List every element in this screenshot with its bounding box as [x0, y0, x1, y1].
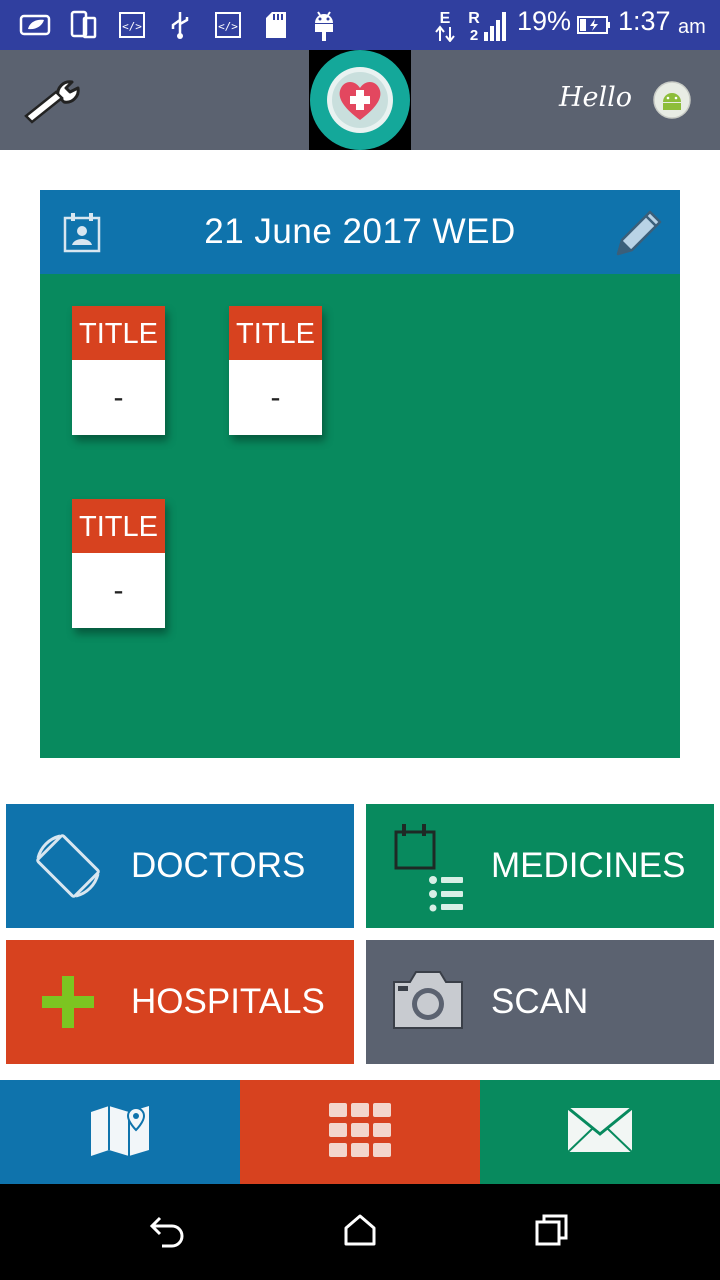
battery-percent: 19% — [517, 6, 572, 36]
green-plus-icon — [40, 974, 96, 1035]
app-bar: Hello — [0, 50, 720, 150]
wrench-icon[interactable] — [20, 76, 84, 129]
recents-icon — [534, 1212, 570, 1253]
medicines-button[interactable]: MEDICINES — [366, 804, 714, 928]
app-logo[interactable] — [309, 50, 411, 150]
leaf-battery-icon — [18, 8, 54, 42]
clock-ampm: am — [678, 16, 706, 38]
svg-text:E: E — [440, 10, 451, 27]
mail-icon — [567, 1106, 633, 1158]
note-title: TITLE — [72, 306, 165, 360]
doctors-button[interactable]: DOCTORS — [6, 804, 354, 928]
note-value: - — [113, 381, 124, 414]
mail-button[interactable] — [480, 1080, 720, 1184]
svg-text:</>: </> — [122, 20, 142, 33]
back-button[interactable] — [138, 1204, 198, 1260]
code-icon: </> — [118, 8, 146, 42]
grid-button[interactable] — [240, 1080, 480, 1184]
battery-icon — [576, 8, 612, 42]
data-arrows-icon: E — [432, 8, 458, 42]
status-bar: </> </> E R2 19% 1:37 am — [0, 0, 720, 50]
calendar-body: TITLE - TITLE - TITLE - — [40, 274, 680, 758]
greeting-text: Hello — [559, 82, 633, 113]
clock-time: 1:37 — [618, 6, 671, 36]
scan-button[interactable]: SCAN — [366, 940, 714, 1064]
scan-label: SCAN — [491, 982, 589, 1021]
android-debug-icon — [310, 8, 338, 42]
recents-button[interactable] — [522, 1204, 582, 1260]
map-icon — [89, 1102, 151, 1163]
svg-text:R: R — [468, 10, 480, 27]
back-icon — [148, 1212, 188, 1253]
note-title: TITLE — [72, 499, 165, 553]
svg-text:2: 2 — [470, 27, 478, 42]
svg-text:</>: </> — [218, 20, 238, 33]
devices-icon — [70, 8, 98, 42]
rotate-icon — [30, 828, 106, 909]
doctors-label: DOCTORS — [131, 846, 306, 885]
hospitals-button[interactable]: HOSPITALS — [6, 940, 354, 1064]
note-card[interactable]: TITLE - — [229, 306, 322, 435]
grid-icon — [329, 1102, 391, 1162]
note-card[interactable]: TITLE - — [72, 306, 165, 435]
code-icon-2: </> — [214, 8, 242, 42]
home-icon — [343, 1213, 377, 1252]
sd-card-icon — [264, 8, 288, 42]
calendar-list-icon — [392, 820, 468, 917]
note-value: - — [270, 381, 281, 414]
calendar-header: 21 June 2017 WED — [40, 190, 680, 274]
map-button[interactable] — [0, 1080, 240, 1184]
note-card[interactable]: TITLE - — [72, 499, 165, 628]
signal-icon: R2 — [466, 8, 512, 42]
medicines-label: MEDICINES — [491, 846, 686, 885]
pencil-edit-icon[interactable] — [610, 204, 666, 265]
system-nav-bar — [0, 1184, 720, 1280]
note-value: - — [113, 574, 124, 607]
bottom-nav — [0, 1080, 720, 1184]
android-avatar[interactable] — [653, 81, 691, 124]
home-button[interactable] — [330, 1204, 390, 1260]
note-title: TITLE — [229, 306, 322, 360]
camera-icon — [390, 968, 466, 1037]
usb-icon — [168, 8, 192, 42]
calendar-date: 21 June 2017 WED — [204, 212, 516, 251]
hospitals-label: HOSPITALS — [131, 982, 325, 1021]
